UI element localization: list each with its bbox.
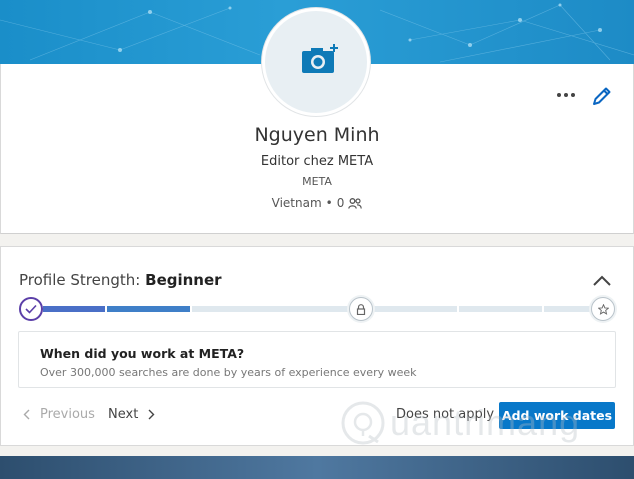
suggestion-question-box: When did you work at META? Over 300,000 … bbox=[18, 331, 616, 388]
profile-location-row: Vietnam • 0 bbox=[0, 196, 634, 210]
profile-company[interactable]: META bbox=[0, 175, 634, 188]
question-title: When did you work at META? bbox=[40, 346, 245, 361]
chevron-up-icon[interactable] bbox=[591, 273, 613, 289]
next-label: Next bbox=[108, 407, 139, 422]
camera-plus-icon bbox=[302, 44, 338, 73]
next-section-banner bbox=[0, 456, 634, 479]
profile-strength-heading: Profile Strength: Beginner bbox=[19, 271, 222, 289]
question-subtitle: Over 300,000 searches are done by years … bbox=[40, 366, 417, 379]
profile-headline: Editor chez META bbox=[260, 154, 374, 169]
meter-lock-node bbox=[349, 297, 373, 321]
people-icon bbox=[348, 197, 363, 209]
previous-label: Previous bbox=[40, 407, 95, 422]
next-button[interactable]: Next bbox=[108, 407, 155, 422]
meter-star-node bbox=[591, 297, 615, 321]
watermark-text: uantrimang bbox=[390, 402, 581, 443]
profile-photo-placeholder[interactable] bbox=[262, 8, 370, 116]
connections-count[interactable]: 0 bbox=[337, 196, 345, 210]
meter-segment-2 bbox=[107, 306, 190, 312]
pencil-icon[interactable] bbox=[590, 84, 614, 108]
meter-segment-6 bbox=[544, 306, 591, 312]
meter-segment-1 bbox=[43, 306, 105, 312]
checkmark-icon bbox=[25, 304, 37, 314]
star-icon bbox=[597, 303, 609, 315]
meter-segment-5 bbox=[459, 306, 542, 312]
watermark-logo-icon bbox=[341, 401, 385, 445]
profile-strength-level: Beginner bbox=[145, 271, 222, 289]
meter-start-node bbox=[19, 297, 43, 321]
lock-icon bbox=[356, 303, 366, 315]
connections-separator: • bbox=[325, 196, 333, 210]
meter-segment-3 bbox=[192, 306, 348, 312]
profile-name: Nguyen Minh bbox=[254, 124, 380, 146]
meter-segment-4 bbox=[374, 306, 457, 312]
watermark: uantrimang bbox=[340, 400, 580, 446]
profile-strength-meter bbox=[19, 297, 617, 321]
more-horizontal-icon bbox=[557, 93, 561, 97]
previous-button[interactable]: Previous bbox=[23, 407, 95, 422]
profile-location: Vietnam bbox=[271, 196, 322, 210]
profile-strength-label: Profile Strength: bbox=[19, 271, 141, 289]
more-actions-button[interactable] bbox=[554, 84, 578, 106]
chevron-right-icon bbox=[148, 409, 155, 420]
chevron-left-icon bbox=[23, 409, 30, 420]
